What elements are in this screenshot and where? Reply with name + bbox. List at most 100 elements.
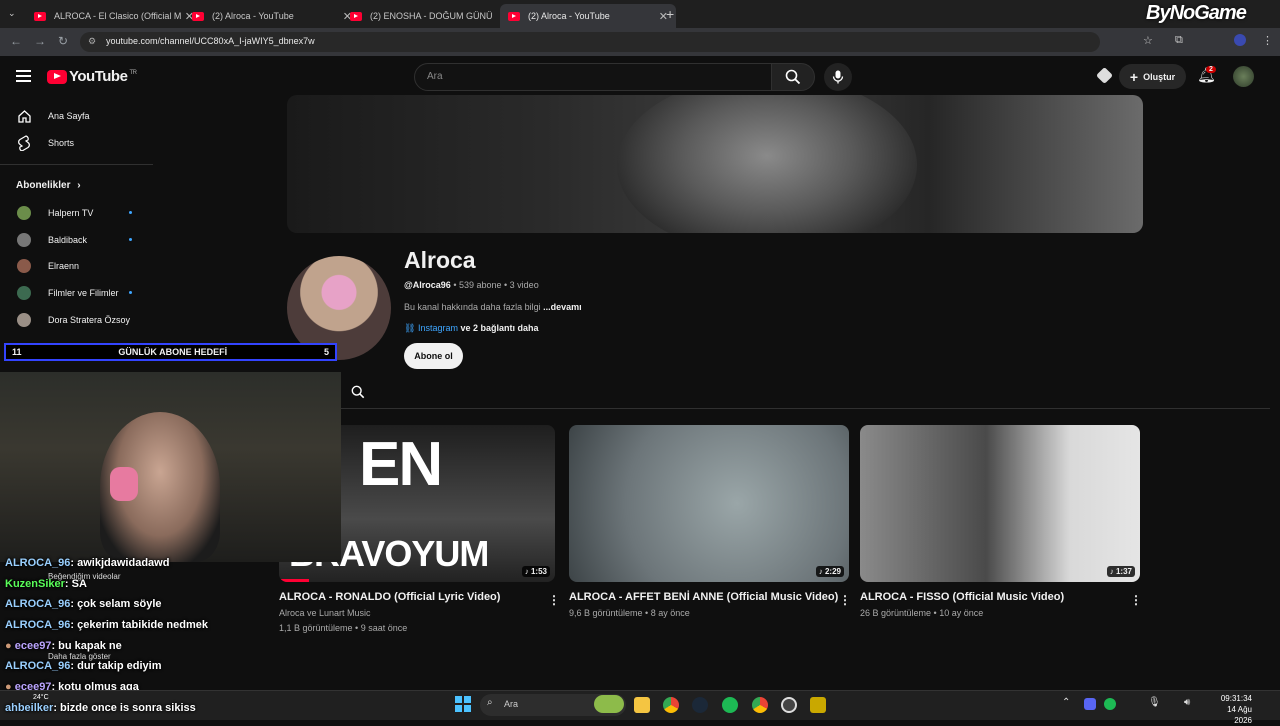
search-icon [785,69,801,85]
sidebar-divider [0,164,153,165]
channel-links[interactable]: ⛓ Instagram ve 2 bağlantı daha [404,323,539,334]
youtube-favicon-icon [508,11,520,21]
home-icon [16,108,32,124]
steam-icon[interactable] [692,697,708,713]
user-avatar[interactable] [1233,66,1254,87]
channel-avatar [17,313,31,327]
chat-message: ● ecee97: bu kapak ne [5,640,122,652]
chrome-active-icon[interactable] [752,697,768,713]
video-duration: ♪ 2:29 [815,566,844,577]
video-stats: 26 B görüntüleme • 10 ay önce [860,608,984,618]
spotify-tray-icon[interactable] [1104,698,1116,710]
channel-avatar [17,206,31,220]
tab-list-button[interactable]: ⌄ [8,8,16,19]
subscribe-button[interactable]: Abone ol [404,343,463,369]
video-thumbnail[interactable]: ♪ 2:29 [569,425,849,582]
channel-avatar [17,286,31,300]
extensions-icon[interactable]: ⧉ [1175,34,1183,47]
video-duration: ♪ 1:37 [1106,566,1135,577]
browser-menu-icon[interactable]: ⋮ [1262,34,1273,47]
chat-badge-icon: ● [5,640,12,652]
video-stats: 9,6 B görüntüleme • 8 ay önce [569,608,690,618]
sidebar-item-home[interactable]: Ana Sayfa [16,108,90,124]
new-content-dot [129,291,132,294]
video-title[interactable]: ALROCA - RONALDO (Official Lyric Video) [279,591,500,603]
more-actions-icon[interactable]: ⋮ [839,593,851,607]
windows-start-icon[interactable] [455,696,471,712]
subscriber-goal-bar: 11 GÜNLÜK ABONE HEDEFİ 5 [4,343,337,361]
sidebar-subscription-item[interactable]: Halpern TV [16,205,93,221]
bynogame-watermark: ByNoGame [1146,2,1247,24]
chat-message: ALROCA_96: awikjdawidadawd [5,557,170,569]
back-icon[interactable]: ← [10,34,22,48]
plus-icon: + [1129,68,1139,85]
forward-icon[interactable]: → [34,34,46,48]
search-button[interactable] [771,63,815,91]
more-actions-icon[interactable]: ⋮ [548,593,560,607]
youtube-favicon-icon [192,11,204,21]
file-explorer-icon[interactable] [634,697,650,713]
video-thumbnail[interactable]: ♪ 1:37 [860,425,1140,582]
chat-message: KuzenSiker: SA [5,578,87,590]
channel-search-icon[interactable] [351,385,365,404]
voice-search-button[interactable] [824,63,852,91]
tray-expand-icon[interactable]: ⌃ [1062,697,1070,708]
subscriptions-header[interactable]: Abonelikler › [16,180,81,191]
spotify-icon[interactable] [722,697,738,713]
channel-avatar [17,259,31,273]
shorts-icon [16,135,32,151]
weather-widget[interactable]: 24°C [33,694,49,701]
browser-tab[interactable]: ALROCA - El Clasico (Official M... ✕ [26,4,202,28]
video-title[interactable]: ALROCA - AFFET BENİ ANNE (Official Music… [569,591,838,603]
streamer-webcam [0,372,341,562]
reload-icon[interactable]: ↻ [58,34,68,48]
ai-sparkle-icon[interactable] [1096,67,1113,84]
taskbar-clock[interactable]: 09:31:34 14 Ağu 2026 [1218,693,1252,726]
video-title[interactable]: ALROCA - FISSO (Official Music Video) [860,591,1064,603]
chat-message: ahbeilker: bizde once is sonra sikiss [5,702,196,714]
search-highlight-icon [594,695,624,713]
notification-count-badge: 2 [1206,66,1216,73]
hamburger-menu-icon[interactable] [16,70,31,82]
sidebar-subscription-item[interactable]: Baldiback [16,232,87,248]
volume-icon[interactable]: 🔊︎ [1184,697,1190,708]
app-icon[interactable] [810,697,826,713]
sidebar-subscription-item[interactable]: Dora Stratera Özsoy [16,312,130,328]
chat-message: ALROCA_96: dur takip ediyim [5,660,162,672]
link-icon: ⛓ [404,323,416,333]
create-button[interactable]: + Oluştur [1119,64,1186,89]
youtube-logo[interactable]: YouTube TR [47,68,137,85]
youtube-play-icon [47,69,67,84]
sidebar-subscription-item[interactable]: Filmler ve Filimler [16,285,119,301]
channel-description[interactable]: Bu kanal hakkında daha fazla bilgi ...de… [404,302,582,312]
microphone-icon[interactable]: 🎙︎ [1148,697,1161,708]
video-channel[interactable]: Alroca ve Lunart Music [279,608,371,618]
sidebar-subscription-item[interactable]: Elraenn [16,258,79,274]
browser-tab[interactable]: (2) ENOSHA - DOĞUM GÜNÜ✕ [342,4,518,28]
new-content-dot [129,238,132,241]
chrome-icon[interactable] [663,697,679,713]
youtube-favicon-icon [350,11,362,21]
video-duration: ♪ 1:53 [521,566,550,577]
new-content-dot [129,211,132,214]
site-info-icon[interactable]: ⚙ [88,36,96,47]
browser-tab-active[interactable]: (2) Alroca - YouTube ✕ [500,4,676,28]
channel-banner [287,95,1143,233]
address-bar[interactable]: youtube.com/channel/UCC80xA_I-jaWIY5_dbn… [80,32,1100,52]
more-actions-icon[interactable]: ⋮ [1130,593,1142,607]
search-input[interactable]: Ara [414,63,772,91]
chevron-right-icon: › [77,180,81,191]
browser-tab[interactable]: (2) Alroca - YouTube ✕ [184,4,360,28]
profile-avatar-icon[interactable] [1234,34,1246,46]
tabs-divider [287,408,1270,409]
new-tab-button[interactable]: + [666,6,674,22]
obs-icon[interactable] [781,697,797,713]
youtube-favicon-icon [34,11,46,21]
watch-progress-bar [279,579,309,582]
chat-message: ALROCA_96: çok selam söyle [5,598,162,610]
sidebar-item-shorts[interactable]: Shorts [16,135,74,151]
channel-meta: @Alroca96 • 539 abone • 3 video [404,280,539,290]
channel-avatar [17,233,31,247]
discord-icon[interactable] [1084,698,1096,710]
bookmark-star-icon[interactable]: ☆ [1143,34,1153,47]
